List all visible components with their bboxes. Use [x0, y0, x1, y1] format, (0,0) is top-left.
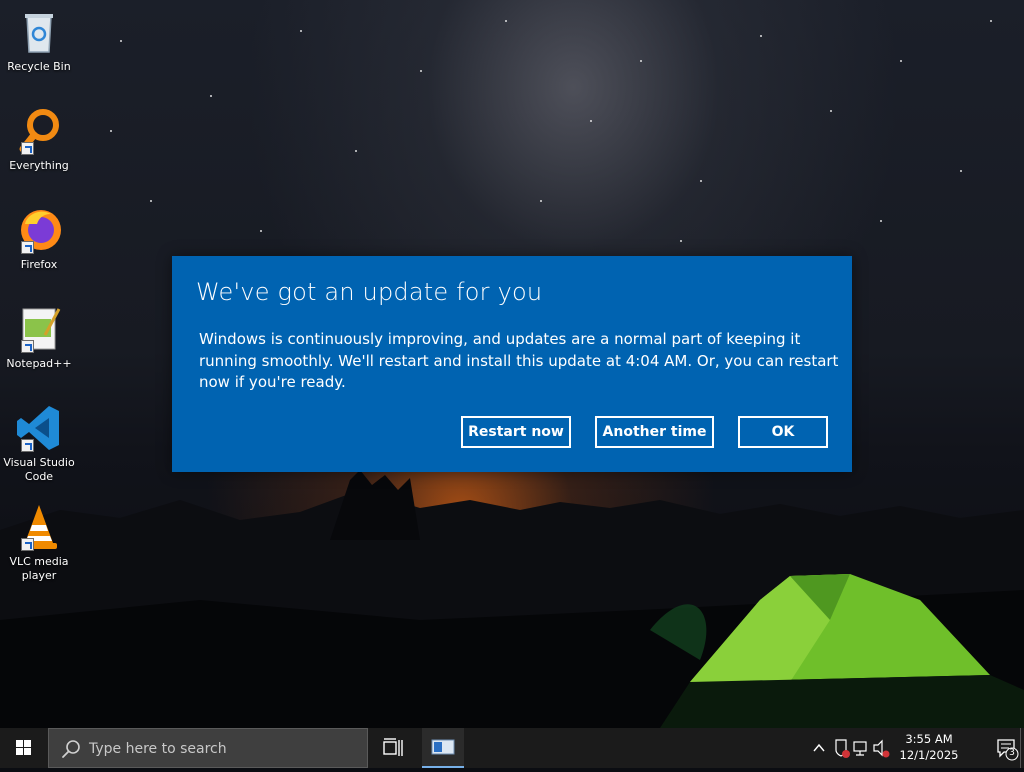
taskbar-search-box[interactable]: Type here to search — [48, 728, 368, 768]
shortcut-arrow-icon — [21, 439, 34, 452]
desktop-icon-label: Everything — [9, 159, 69, 172]
desktop-icon-label: Recycle Bin — [7, 60, 71, 73]
vlc-icon — [15, 503, 63, 551]
clock-date: 12/1/2025 — [899, 748, 959, 762]
notification-count-badge: 3 — [1009, 748, 1015, 758]
system-tray: 3:55 AM 12/1/2025 3 — [804, 728, 1024, 768]
shortcut-arrow-icon — [21, 538, 34, 551]
desktop-icon-notepad-plus-plus[interactable]: Notepad++ — [0, 305, 78, 371]
action-center-button[interactable]: 3 — [992, 728, 1020, 768]
search-placeholder: Type here to search — [89, 741, 227, 757]
taskbar: Type here to search 3:55 AM 12/1/2025 3 — [0, 728, 1024, 768]
vscode-icon — [15, 404, 63, 452]
another-time-button[interactable]: Another time — [595, 416, 714, 448]
shortcut-arrow-icon — [21, 340, 34, 353]
desktop-icon-everything[interactable]: Everything — [0, 107, 78, 173]
windows-logo-icon — [16, 740, 31, 755]
desktop-icon-recycle-bin[interactable]: Recycle Bin — [0, 8, 78, 74]
window-app-icon — [431, 739, 455, 755]
notepad-plus-plus-icon — [15, 305, 63, 353]
update-dialog: We've got an update for you Windows is c… — [172, 256, 852, 472]
firefox-icon — [15, 206, 63, 254]
desktop-icon-firefox[interactable]: Firefox — [0, 206, 78, 272]
defender-warning-icon[interactable] — [835, 739, 850, 758]
shortcut-arrow-icon — [21, 142, 34, 155]
show-desktop-button[interactable] — [1020, 728, 1024, 768]
desktop-icon-label: Visual Studio Code — [3, 456, 75, 483]
ok-button[interactable]: OK — [738, 416, 828, 448]
tray-icons — [813, 739, 890, 758]
restart-now-button[interactable]: Restart now — [461, 416, 571, 448]
desktop-icon-vscode[interactable]: Visual Studio Code — [0, 404, 78, 484]
desktop-icon-label: Firefox — [20, 258, 58, 271]
mountain-silhouette — [0, 470, 1024, 728]
task-view-icon — [383, 738, 403, 756]
chevron-up-icon[interactable] — [813, 743, 825, 752]
desktop-icon-label: Notepad++ — [6, 357, 72, 370]
task-view-button[interactable] — [372, 728, 412, 768]
dialog-message: Windows is continuously improving, and u… — [199, 330, 839, 391]
desktop-wallpaper: Recycle Bin Everything Firefox Notepad++… — [0, 0, 1024, 728]
clock-time: 3:55 AM — [905, 732, 953, 746]
search-icon — [62, 740, 80, 758]
taskbar-app-window[interactable] — [422, 728, 464, 768]
network-icon[interactable] — [853, 741, 867, 756]
start-button[interactable] — [0, 728, 48, 768]
everything-search-icon — [15, 107, 63, 155]
recycle-bin-icon — [15, 8, 63, 56]
shortcut-arrow-icon — [21, 241, 34, 254]
desktop-icon-vlc[interactable]: VLC media player — [0, 503, 78, 583]
desktop-icon-label: VLC media player — [9, 555, 69, 582]
volume-muted-icon[interactable] — [873, 739, 890, 758]
taskbar-clock[interactable]: 3:55 AM 12/1/2025 — [898, 731, 960, 763]
dialog-title: We've got an update for you — [196, 278, 543, 306]
